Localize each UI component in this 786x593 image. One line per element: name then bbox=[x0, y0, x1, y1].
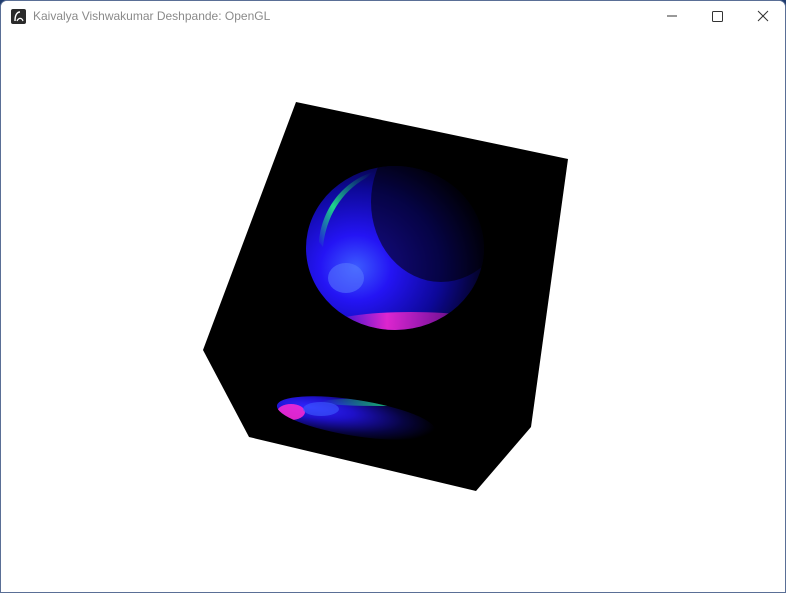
minimize-button[interactable] bbox=[649, 1, 695, 31]
app-window: Kaivalya Vishwakumar Deshpande: OpenGL bbox=[0, 0, 786, 593]
opengl-viewport[interactable] bbox=[1, 32, 785, 592]
title-bar[interactable]: Kaivalya Vishwakumar Deshpande: OpenGL bbox=[1, 1, 785, 32]
minimize-icon bbox=[667, 15, 677, 17]
window-title: Kaivalya Vishwakumar Deshpande: OpenGL bbox=[33, 9, 271, 23]
maximize-button[interactable] bbox=[694, 1, 740, 31]
close-button[interactable] bbox=[740, 1, 785, 31]
maximize-icon bbox=[712, 11, 723, 22]
app-icon[interactable] bbox=[11, 9, 26, 24]
close-icon bbox=[757, 10, 769, 22]
rendered-scene bbox=[203, 102, 568, 491]
